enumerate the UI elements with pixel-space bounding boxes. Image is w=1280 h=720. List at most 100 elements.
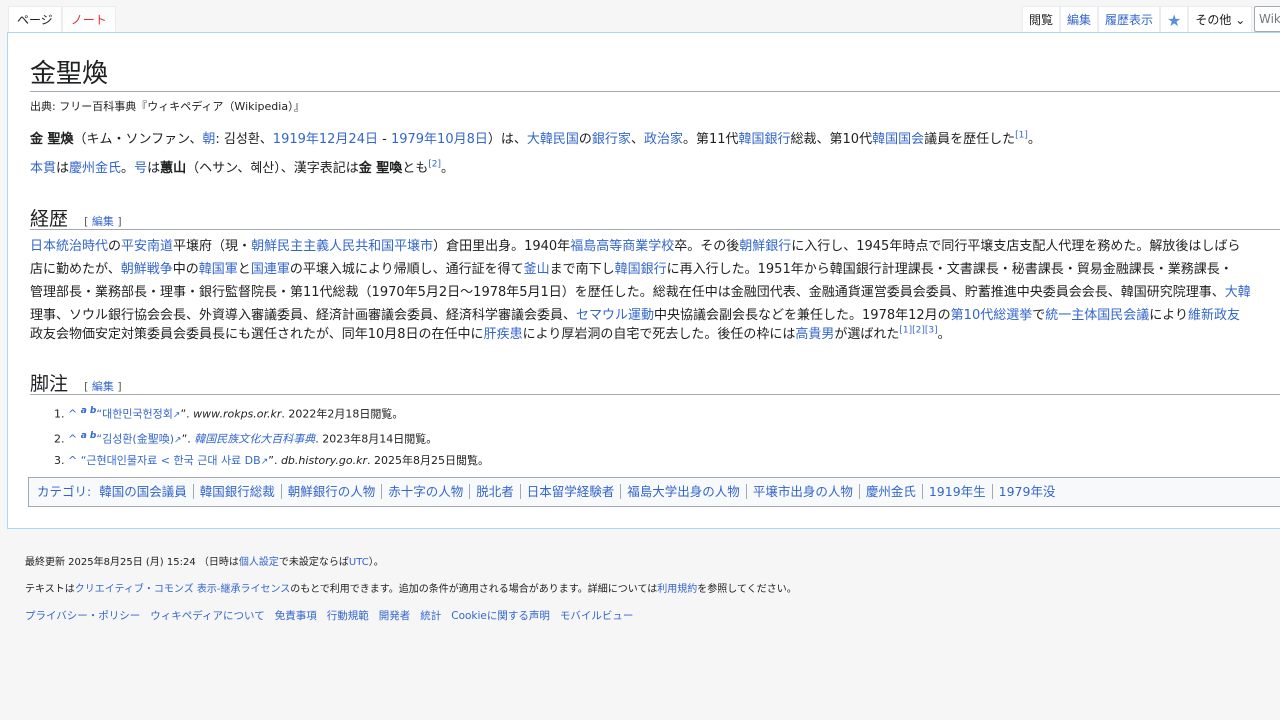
- footer-link[interactable]: 開発者: [379, 610, 411, 622]
- divider: [30, 229, 1280, 230]
- category-link[interactable]: 脱北者: [469, 484, 520, 499]
- career-line-1: 日本統治時代の平安南道平壌府（現・朝鮮民主主義人民共和国平壌市）倉田里出身。19…: [30, 236, 1240, 258]
- wiki-link[interactable]: 朝鮮民主主義人民共和国: [251, 239, 394, 254]
- text: ）は、: [487, 132, 527, 147]
- wiki-link[interactable]: 10月8日: [437, 132, 488, 147]
- wiki-link[interactable]: 第10代総選挙: [951, 308, 1033, 323]
- footer-link[interactable]: 行動規範: [327, 610, 369, 622]
- wiki-link[interactable]: 日本統治時代: [30, 239, 108, 254]
- text: （キム・ソンファン、: [73, 132, 203, 147]
- wiki-link[interactable]: クリエイティブ・コモンズ 表示-継承ライセンス: [75, 584, 291, 595]
- tab-note[interactable]: ノート: [61, 6, 116, 34]
- footer-link[interactable]: 免責事項: [275, 610, 317, 622]
- ref-backlinks[interactable]: a b: [81, 431, 97, 441]
- wiki-link[interactable]: 大韓: [1225, 285, 1251, 300]
- external-link-icon: ↗: [172, 410, 181, 421]
- wiki-link[interactable]: セマウル運動: [576, 308, 654, 323]
- tab-edit[interactable]: 編集: [1060, 6, 1099, 34]
- ref-title-link[interactable]: “근현대인물자료 < 한국 근대 사료 DB: [81, 454, 261, 467]
- category-link[interactable]: 朝鮮銀行の人物: [280, 484, 382, 499]
- text: 中央協議会副会長などを兼任した。1978年12月の: [654, 308, 951, 323]
- category-label[interactable]: カテゴリ:: [37, 484, 91, 499]
- wiki-link[interactable]: 銀行家: [592, 132, 631, 147]
- wiki-link[interactable]: 平安南道: [121, 239, 173, 254]
- category-box: カテゴリ: 韓国の国会議員 韓国銀行総裁 朝鮮銀行の人物 赤十字の人物 脱北者 日本留学経…: [28, 477, 1280, 507]
- wiki-link[interactable]: 朝: [202, 132, 215, 147]
- wiki-link[interactable]: 慶州金氏: [69, 161, 121, 176]
- footer-link[interactable]: ウィキペディアについて: [150, 610, 264, 622]
- category-link[interactable]: 1979年没: [991, 484, 1062, 499]
- text: 店に勤めたが、: [30, 262, 121, 277]
- divider: [30, 394, 1280, 395]
- wiki-link[interactable]: 本貫: [30, 161, 56, 176]
- category-link[interactable]: 日本留学経験者: [519, 484, 621, 499]
- ref-caret[interactable]: ^: [68, 433, 77, 446]
- category-link[interactable]: 韓国の国会議員: [95, 484, 193, 499]
- wiki-link[interactable]: 朝鮮戦争: [121, 262, 173, 277]
- bold-text: 金 聖煥: [30, 132, 74, 147]
- wiki-link[interactable]: 釜山: [524, 262, 550, 277]
- citation-link[interactable]: [2]: [428, 160, 441, 170]
- reference-item: 2. ^ a b“김성환(金聖喚)↗”. 韓国民族文化大百科事典. 2023年8…: [54, 431, 438, 446]
- wiki-link[interactable]: 利用規約: [657, 584, 697, 595]
- ref-backlinks[interactable]: a b: [81, 406, 97, 416]
- tab-history[interactable]: 履歴表示: [1098, 6, 1161, 34]
- footer-link[interactable]: Cookieに関する声明: [451, 610, 550, 622]
- career-line-5: 政友会物価安定対策委員会委員長にも選任されたが、同年10月8日の在任中に肝疾患に…: [30, 324, 951, 346]
- wiki-link[interactable]: 個人設定: [239, 557, 279, 568]
- tab-page[interactable]: ページ: [8, 6, 62, 34]
- external-link-icon: ↗: [260, 457, 269, 468]
- ref-caret[interactable]: ^: [68, 454, 77, 467]
- text: に入行し、1945年時点で同行平壌支店支配人代理を務めた。解放後はしばら: [791, 239, 1241, 254]
- ref-number: 3.: [54, 454, 65, 468]
- wiki-link[interactable]: 韓国軍: [199, 262, 238, 277]
- ref-title-link[interactable]: “김성환(金聖喚): [96, 433, 174, 446]
- footer-link[interactable]: プライバシー・ポリシー: [25, 610, 140, 622]
- citation-link[interactable]: [1]: [1015, 131, 1028, 141]
- wiki-link[interactable]: 維新政友: [1188, 308, 1240, 323]
- wiki-link[interactable]: 朝鮮銀行: [739, 239, 791, 254]
- career-line-2: 店に勤めたが、朝鮮戦争中の韓国軍と国連軍の平壌入城により帰順し、通行証を得て釜山…: [30, 259, 1233, 281]
- wiki-link[interactable]: 高貴男: [795, 327, 834, 342]
- heading-text: 脚注: [30, 373, 69, 395]
- citation-link[interactable]: [1][2][3]: [899, 326, 937, 336]
- wiki-link[interactable]: 韓国国会: [872, 132, 924, 147]
- wiki-link[interactable]: 1919年: [273, 132, 319, 147]
- footer-link[interactable]: 統計: [420, 610, 441, 622]
- search-input[interactable]: Wiki: [1254, 6, 1280, 32]
- category-link[interactable]: 赤十字の人物: [381, 484, 470, 499]
- ref-caret[interactable]: ^: [68, 408, 77, 421]
- wiki-link[interactable]: 福島高等商業学校: [570, 239, 674, 254]
- wiki-link[interactable]: 平壌市: [394, 239, 433, 254]
- category-link[interactable]: 福島大学出身の人物: [620, 484, 746, 499]
- more-menu[interactable]: その他 ⌄: [1188, 6, 1253, 34]
- text: の: [108, 239, 122, 254]
- wiki-link[interactable]: 号: [134, 161, 147, 176]
- wiki-link[interactable]: 韓国銀行: [739, 132, 791, 147]
- tab-read[interactable]: 閲覧: [1022, 6, 1061, 34]
- wiki-link[interactable]: 政治家: [644, 132, 683, 147]
- text: は: [56, 161, 70, 176]
- text: が選ばれた: [834, 327, 900, 342]
- footer-link[interactable]: モバイルビュー: [560, 610, 634, 622]
- wiki-link[interactable]: 国連軍: [251, 262, 290, 277]
- category-link[interactable]: 1919年生: [921, 484, 992, 499]
- wiki-link[interactable]: 韓国銀行: [615, 262, 667, 277]
- text: 。: [441, 161, 455, 176]
- wiki-link[interactable]: 大韓民国: [527, 132, 579, 147]
- edit-section-link[interactable]: [ 編集 ]: [84, 215, 122, 228]
- ref-title-link[interactable]: “대한민국헌정회: [96, 408, 173, 421]
- star-icon[interactable]: ★: [1160, 6, 1189, 34]
- category-link[interactable]: 慶州金氏: [858, 484, 922, 499]
- wiki-link[interactable]: 1979年: [391, 132, 437, 147]
- category-link[interactable]: 韓国銀行総裁: [192, 484, 281, 499]
- ref-site[interactable]: 韓国民族文化大百科事典: [194, 433, 315, 446]
- category-link[interactable]: 平壌市出身の人物: [745, 484, 859, 499]
- wiki-link[interactable]: 肝疾患: [484, 327, 523, 342]
- wiki-link[interactable]: 統一主体国民会議: [1045, 308, 1149, 323]
- edit-section-link[interactable]: [ 編集 ]: [84, 380, 122, 393]
- wiki-link[interactable]: UTC: [349, 557, 369, 568]
- wiki-link[interactable]: 12月24日: [319, 132, 378, 147]
- text: 管理部長・業務部長・理事・銀行監督院長・第11代総裁（1970年5月2日〜197…: [30, 285, 1225, 300]
- ref-number: 2.: [54, 432, 65, 446]
